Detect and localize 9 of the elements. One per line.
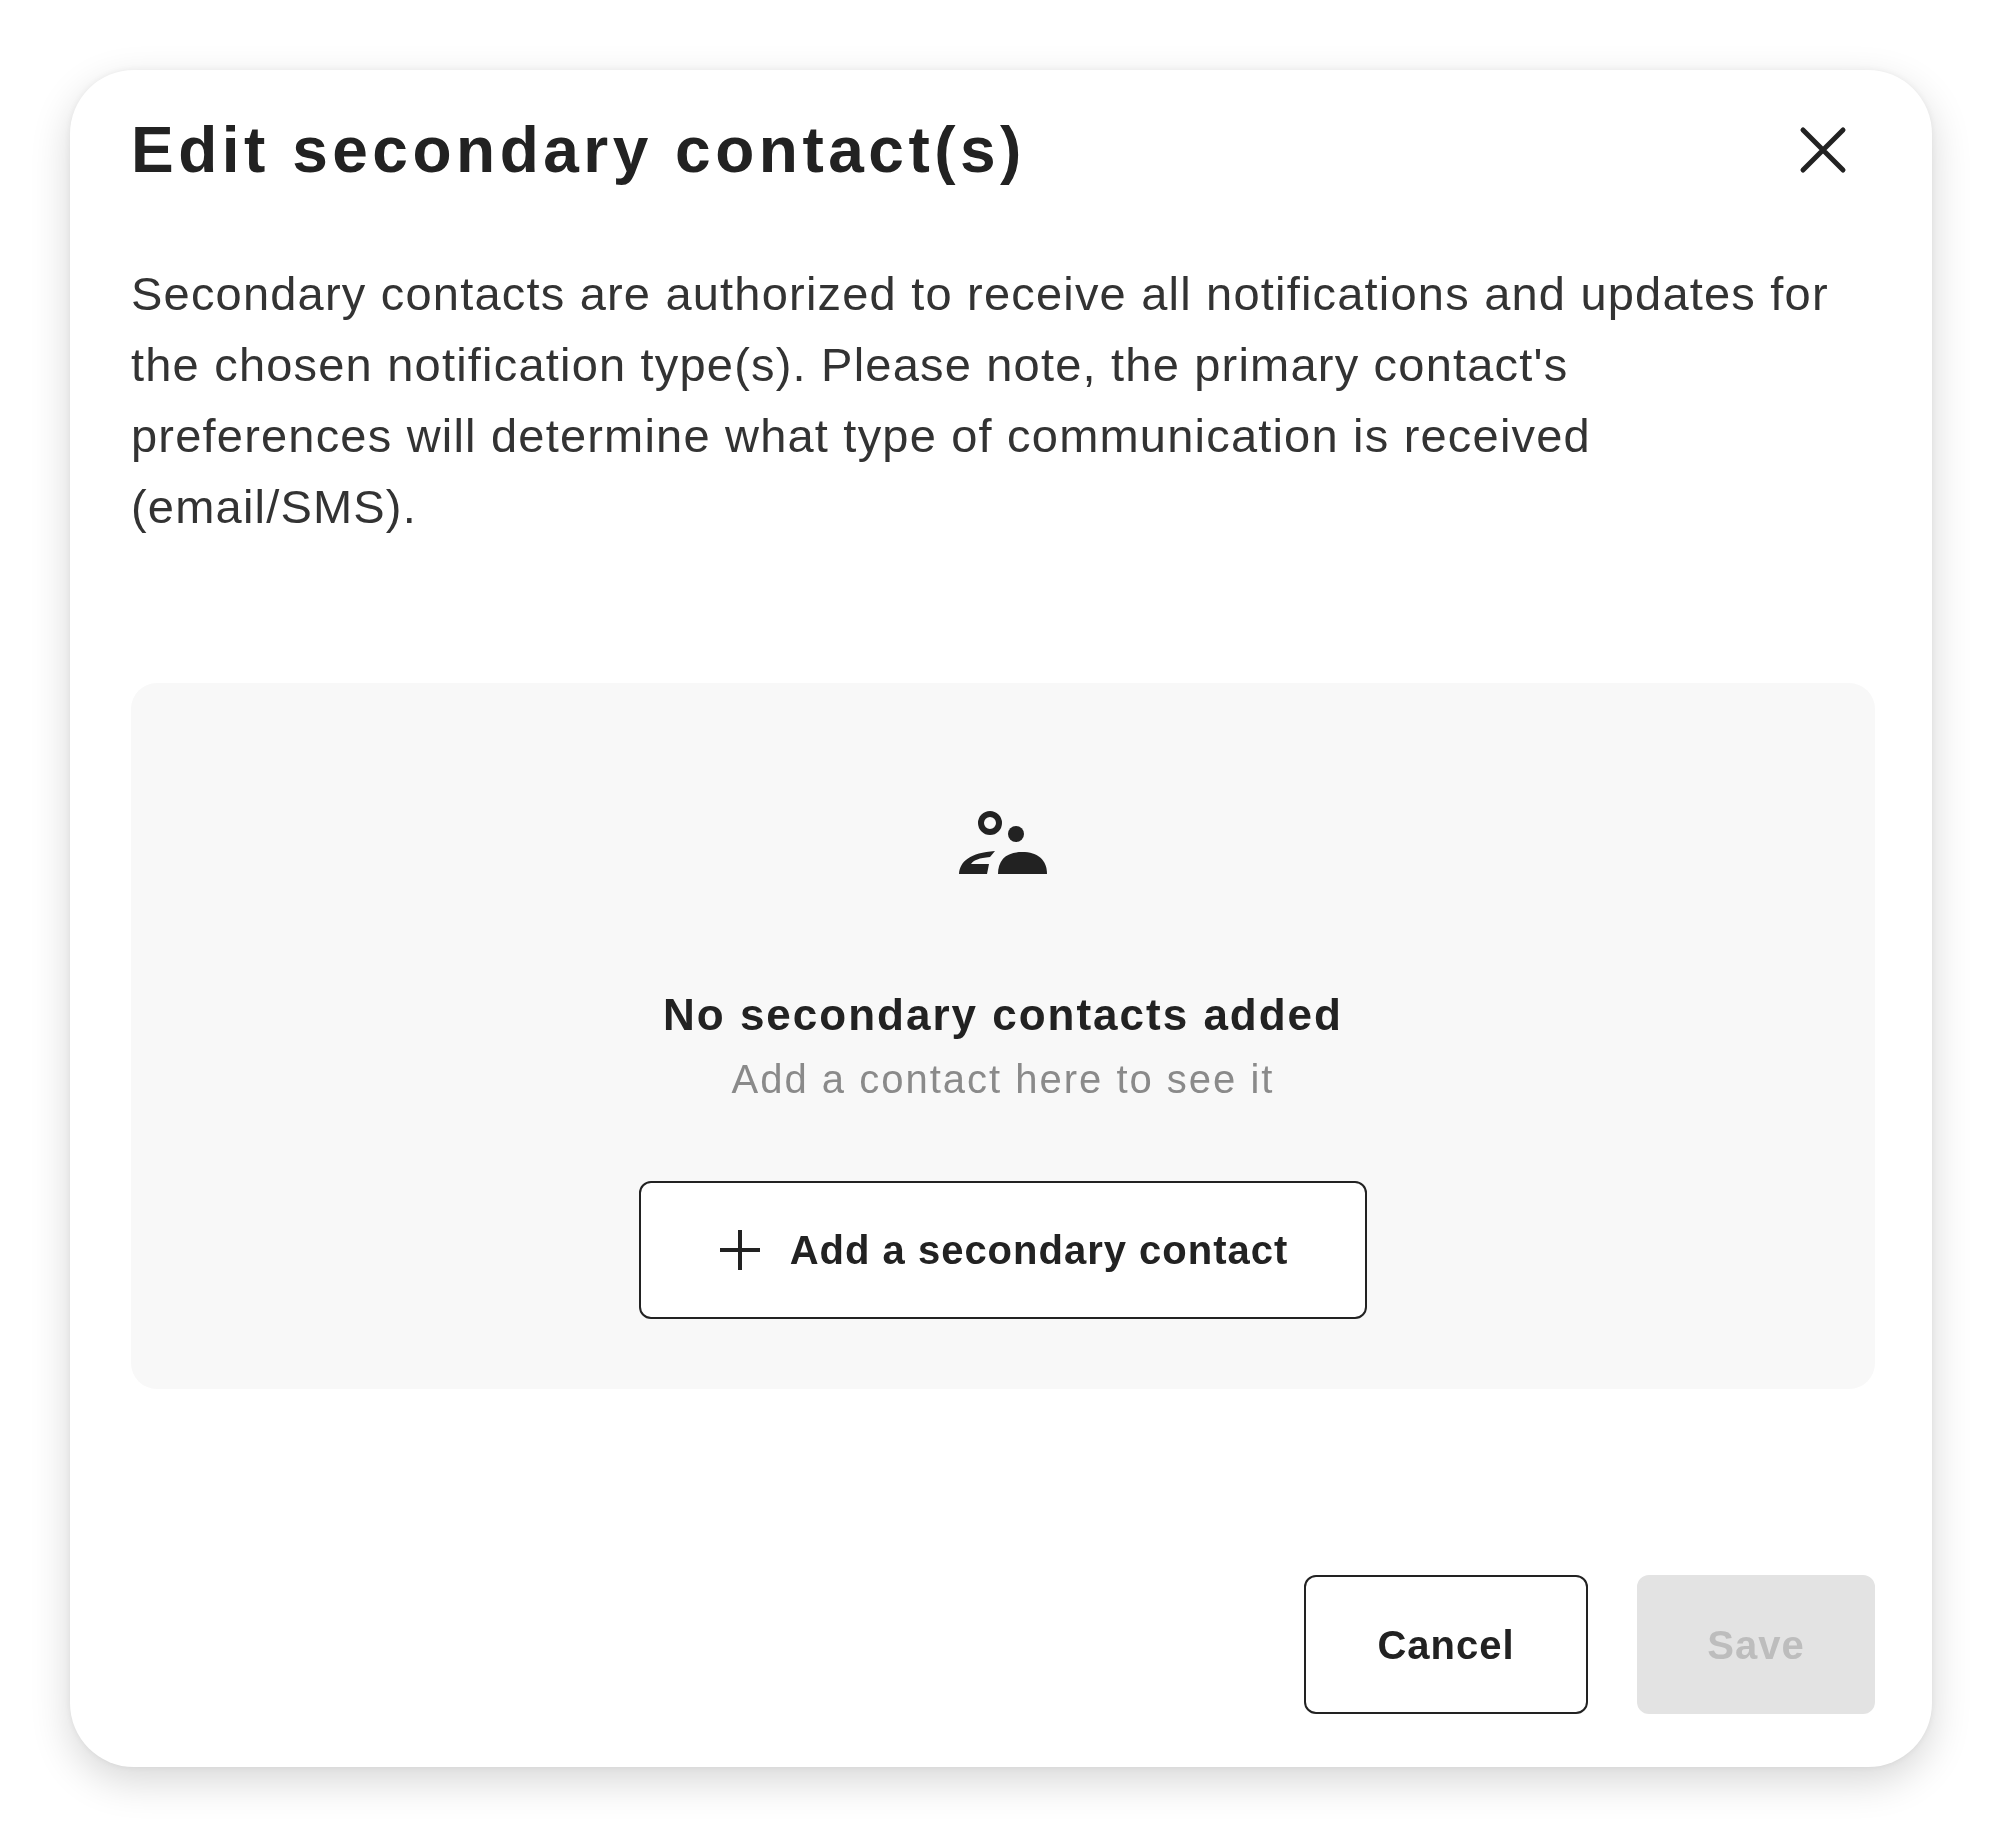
cancel-button[interactable]: Cancel <box>1304 1575 1588 1714</box>
add-contact-button[interactable]: Add a secondary contact <box>639 1181 1367 1319</box>
empty-state-heading: No secondary contacts added <box>663 990 1343 1040</box>
description-text: Secondary contacts are authorized to receive all notifications and updates for the chosen notification type(s). Please note, the primary contact's preferences will determine what type of communication is received (email/SMS). <box>131 266 1830 535</box>
dialog-title: Edit secondary contact(s) <box>131 113 1026 187</box>
empty-state-subtext: Add a contact here to see it <box>731 1056 1275 1102</box>
plus-icon <box>717 1228 762 1272</box>
people-icon <box>959 811 1047 874</box>
close-icon <box>1799 126 1847 174</box>
